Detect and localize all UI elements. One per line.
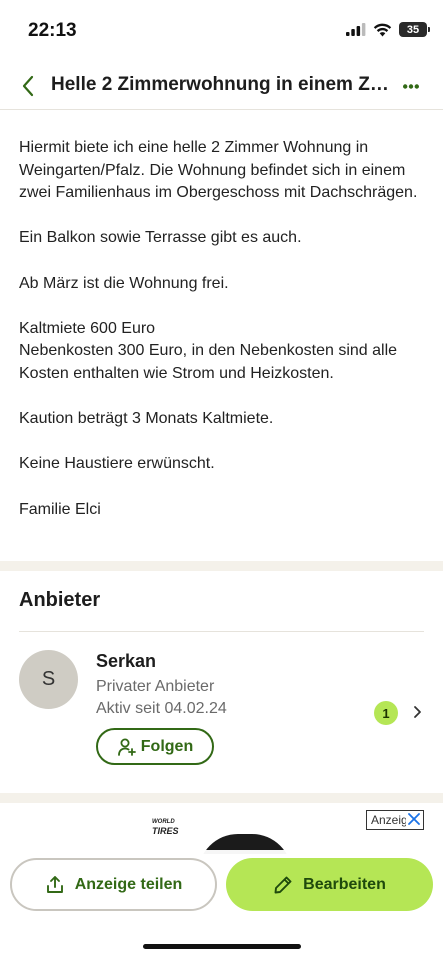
seller-profile-link[interactable]	[408, 702, 426, 722]
seller-name[interactable]: Serkan	[96, 651, 156, 672]
close-icon	[408, 813, 420, 825]
ad-banner[interactable]: WORLD TIRES Anzeige	[0, 804, 443, 854]
description-paragraph: Ein Balkon sowie Terrasse gibt es auch.	[19, 229, 302, 247]
more-button[interactable]	[399, 76, 423, 96]
description-paragraph: Hiermit biete ich eine helle 2 Zimmer Wo…	[19, 139, 418, 202]
section-divider	[0, 793, 443, 803]
ad-close-button[interactable]	[406, 811, 422, 827]
nav-bar: Helle 2 Zimmerwohnung in einem Zweifamil…	[0, 64, 443, 110]
edit-label: Bearbeiten	[303, 875, 386, 893]
ad-logo: WORLD TIRES	[152, 818, 179, 836]
chevron-left-icon	[22, 75, 34, 97]
bottom-action-bar: Anzeige teilen Bearbeiten	[0, 850, 443, 960]
back-button[interactable]	[14, 72, 42, 100]
signal-icon	[346, 23, 366, 36]
chevron-right-icon	[413, 706, 421, 718]
description-paragraph: Kaltmiete 600 Euro Nebenkosten 300 Euro,…	[19, 319, 398, 382]
description-paragraph: Keine Haustiere erwünscht.	[19, 455, 215, 473]
pencil-icon	[274, 876, 292, 893]
section-divider	[0, 561, 443, 571]
status-time: 22:13	[28, 20, 77, 41]
seller-section-title: Anbieter	[19, 589, 101, 611]
seller-active-since: Aktiv seit 04.02.24	[96, 700, 227, 717]
page-title: Helle 2 Zimmerwohnung in einem Zweifamil…	[51, 74, 389, 95]
status-bar: 22:13 35	[0, 0, 443, 64]
share-label: Anzeige teilen	[74, 875, 183, 893]
wifi-icon	[373, 23, 392, 36]
section-rule	[19, 631, 424, 632]
more-dots-icon	[403, 83, 419, 89]
seller-type: Privater Anbieter	[96, 678, 215, 695]
share-icon	[46, 875, 63, 893]
ad-logo-main: TIRES	[152, 826, 179, 836]
listing-count-badge[interactable]: 1	[374, 701, 398, 725]
status-icons: 35	[346, 22, 430, 37]
edit-button[interactable]: Bearbeiten	[226, 858, 433, 911]
description-paragraph: Ab März ist die Wohnung frei.	[19, 274, 229, 292]
share-ad-button[interactable]: Anzeige teilen	[10, 858, 217, 911]
follow-button[interactable]: Folgen	[96, 728, 214, 765]
follow-label: Folgen	[140, 737, 194, 755]
avatar[interactable]: S	[19, 650, 78, 709]
home-indicator[interactable]	[143, 944, 301, 949]
description-paragraph: Familie Elci	[19, 500, 101, 518]
listing-description: Hiermit biete ich eine helle 2 Zimmer Wo…	[19, 137, 429, 544]
description-paragraph: Kaution beträgt 3 Monats Kaltmiete.	[19, 410, 274, 428]
user-plus-icon	[117, 738, 136, 756]
battery-indicator: 35	[399, 22, 430, 37]
